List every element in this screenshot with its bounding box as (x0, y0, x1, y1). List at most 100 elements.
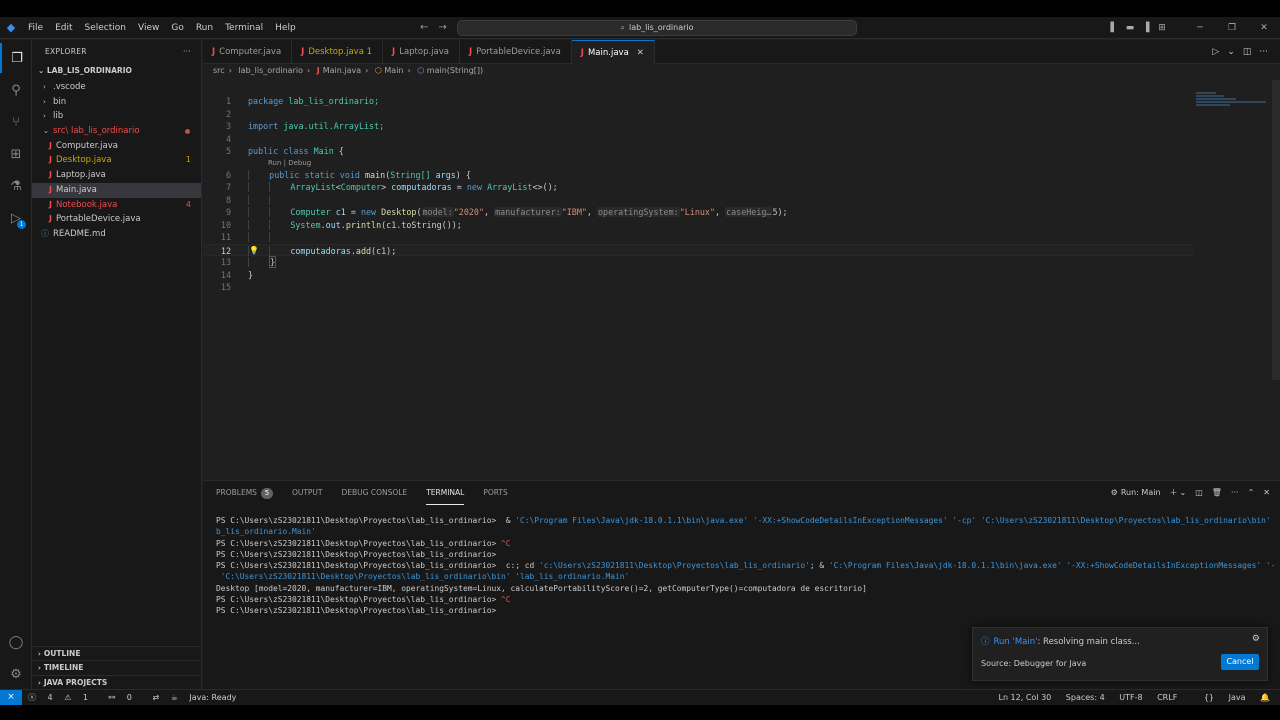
tree-file-portabledevice[interactable]: J PortableDevice.java (32, 212, 201, 227)
menu-view[interactable]: View (132, 17, 165, 39)
breadcrumb-package[interactable]: lab_lis_ordinario (238, 66, 303, 75)
run-icon[interactable]: ▷ (1212, 47, 1219, 57)
outline-section[interactable]: › OUTLINE (32, 645, 202, 661)
gear-icon[interactable]: ⚙ (1252, 634, 1260, 644)
close-panel-icon[interactable]: ✕ (1263, 488, 1270, 497)
problems-status[interactable]: ⓧ 4 ⚠ 1 (28, 693, 97, 702)
toggle-sidebar-icon[interactable]: ▌ (1106, 17, 1122, 39)
testing-icon[interactable]: ⚗ (0, 171, 32, 201)
tab-terminal[interactable]: TERMINAL (426, 481, 465, 505)
tree-folder-bin[interactable]: › bin (32, 95, 201, 110)
tree-item-label: src\ lab_lis_ordinario (53, 126, 140, 137)
menu-edit[interactable]: Edit (49, 17, 78, 39)
close-window-icon[interactable]: ✕ (1248, 17, 1280, 39)
notifications-bell-icon[interactable]: 🔔 (1260, 693, 1270, 702)
menu-terminal[interactable]: Terminal (219, 17, 269, 39)
tree-file-laptop[interactable]: J Laptop.java (32, 168, 201, 183)
tab-output[interactable]: OUTPUT (292, 481, 323, 505)
tree-item-label: bin (53, 96, 67, 107)
tree-folder-lib[interactable]: › lib (32, 109, 201, 124)
java-icon: ☕ (170, 693, 178, 702)
back-arrow-icon[interactable]: ← (420, 22, 428, 33)
tree-file-main[interactable]: J Main.java (32, 182, 201, 198)
extensions-icon[interactable]: ⊞ (0, 139, 32, 169)
more-actions-icon[interactable]: ··· (1259, 47, 1268, 57)
tree-folder-src[interactable]: ⌄ src\ lab_lis_ordinario (32, 124, 201, 139)
workspace-root[interactable]: ⌄ LAB_LIS_ORDINARIO (32, 62, 201, 80)
maximize-panel-icon[interactable]: ⌃ (1248, 488, 1255, 497)
command-center-search[interactable]: ⌕ lab_lis_ordinario (457, 20, 857, 36)
java-file-icon: J (301, 47, 305, 57)
cursor-position[interactable]: Ln 12, Col 30 (998, 693, 1051, 702)
search-view-icon[interactable]: ⚲ (0, 75, 32, 105)
run-dropdown-chevron-icon[interactable]: ⌄ (1227, 47, 1235, 57)
title-bar: ◆ File Edit Selection View Go Run Termin… (0, 17, 1280, 39)
minimize-icon[interactable]: ─ (1184, 17, 1216, 39)
encoding-status[interactable]: UTF-8 (1119, 693, 1142, 702)
breadcrumb-class[interactable]: Main (384, 66, 403, 75)
tab-label: Computer.java (219, 47, 282, 57)
tab-computer[interactable]: J Computer.java (203, 40, 293, 64)
customize-layout-icon[interactable]: ⊞ (1154, 17, 1170, 39)
menu-help[interactable]: Help (269, 17, 302, 39)
toggle-secondary-sidebar-icon[interactable]: ▐ (1138, 17, 1154, 39)
split-terminal-icon[interactable]: ◫ (1195, 488, 1203, 497)
explorer-icon[interactable]: ❐ (0, 43, 32, 73)
menu-run[interactable]: Run (190, 17, 219, 39)
forward-arrow-icon[interactable]: → (438, 22, 446, 33)
more-actions-icon[interactable]: ··· (1231, 488, 1239, 497)
close-tab-icon[interactable]: ✕ (637, 48, 644, 58)
account-icon[interactable]: ◯ (0, 627, 32, 657)
breadcrumb-method[interactable]: main(String[]) (427, 66, 483, 75)
ports-status[interactable]: ⚯ 0 (109, 693, 141, 702)
run-main-terminal[interactable]: Run: Main (1121, 488, 1161, 497)
editor-scrollbar[interactable] (1272, 80, 1280, 380)
tab-desktop[interactable]: J Desktop.java 1 (292, 40, 384, 64)
code-editor[interactable]: 1 package lab_lis_ordinario; 2 3 import ja… (203, 95, 1193, 294)
new-terminal-icon[interactable]: ＋ (1170, 488, 1178, 497)
cancel-button[interactable]: Cancel (1221, 654, 1259, 670)
code-lens-run-debug[interactable]: Run | Debug (203, 158, 1193, 169)
tree-folder-vscode[interactable]: › .vscode (32, 80, 201, 95)
tab-ports[interactable]: PORTS (483, 481, 507, 505)
toggle-panel-icon[interactable]: ▬ (1122, 17, 1138, 39)
language-status[interactable]: {} Java (1192, 693, 1246, 702)
terminal-output[interactable]: PS C:\Users\zS23021811\Desktop\Proyectos… (216, 515, 1276, 617)
tree-file-readme[interactable]: ⓘ README.md (32, 227, 201, 242)
remote-indicator-icon[interactable]: ⨯ (0, 690, 22, 705)
menu-go[interactable]: Go (165, 17, 189, 39)
notification-link[interactable]: Run 'Main' (994, 637, 1038, 647)
tab-main[interactable]: J Main.java ✕ (571, 40, 655, 64)
tab-debug-console[interactable]: DEBUG CONSOLE (342, 481, 408, 505)
run-debug-icon[interactable]: ▷ 1 (0, 203, 32, 233)
tree-file-computer[interactable]: J Computer.java (32, 139, 201, 154)
tree-file-notebook[interactable]: J Notebook.java 4 (32, 198, 201, 213)
tree-file-desktop[interactable]: J Desktop.java 1 (32, 153, 201, 168)
line-number: 10 (220, 219, 231, 230)
more-actions-icon[interactable]: ··· (183, 47, 191, 56)
timeline-section[interactable]: › TIMELINE (32, 660, 202, 675)
eol-status[interactable]: CRLF (1157, 693, 1177, 702)
manage-gear-icon[interactable]: ⚙ (0, 659, 32, 689)
chevron-right-icon: › (38, 678, 41, 687)
kill-terminal-icon[interactable]: 🗑 (1212, 488, 1222, 497)
restore-icon[interactable]: ❐ (1216, 17, 1248, 39)
java-status[interactable]: ☕ Java: Ready (171, 693, 246, 702)
java-projects-section[interactable]: › JAVA PROJECTS (32, 674, 202, 690)
panel-tab-label: DEBUG CONSOLE (341, 488, 408, 497)
menu-selection[interactable]: Selection (79, 17, 132, 39)
terminal-dropdown-icon[interactable]: ⌄ (1180, 488, 1187, 497)
tab-laptop[interactable]: J Laptop.java (383, 40, 460, 64)
tab-problems[interactable]: PROBLEMS 5 (216, 481, 273, 505)
breadcrumb-src[interactable]: src (213, 66, 225, 75)
panel-tab-label: PORTS (483, 488, 508, 497)
split-editor-icon[interactable]: ◫ (1243, 47, 1252, 57)
tab-portabledevice[interactable]: J PortableDevice.java (460, 40, 572, 64)
minimap[interactable] (1196, 92, 1266, 122)
breadcrumb-file[interactable]: Main.java (323, 66, 361, 75)
inlay-hint: model: (421, 207, 454, 217)
source-control-icon[interactable]: ⑂ (0, 107, 32, 137)
share-icon[interactable]: ⇄ (152, 693, 159, 702)
menu-file[interactable]: File (22, 17, 49, 39)
indentation-status[interactable]: Spaces: 4 (1066, 693, 1105, 702)
